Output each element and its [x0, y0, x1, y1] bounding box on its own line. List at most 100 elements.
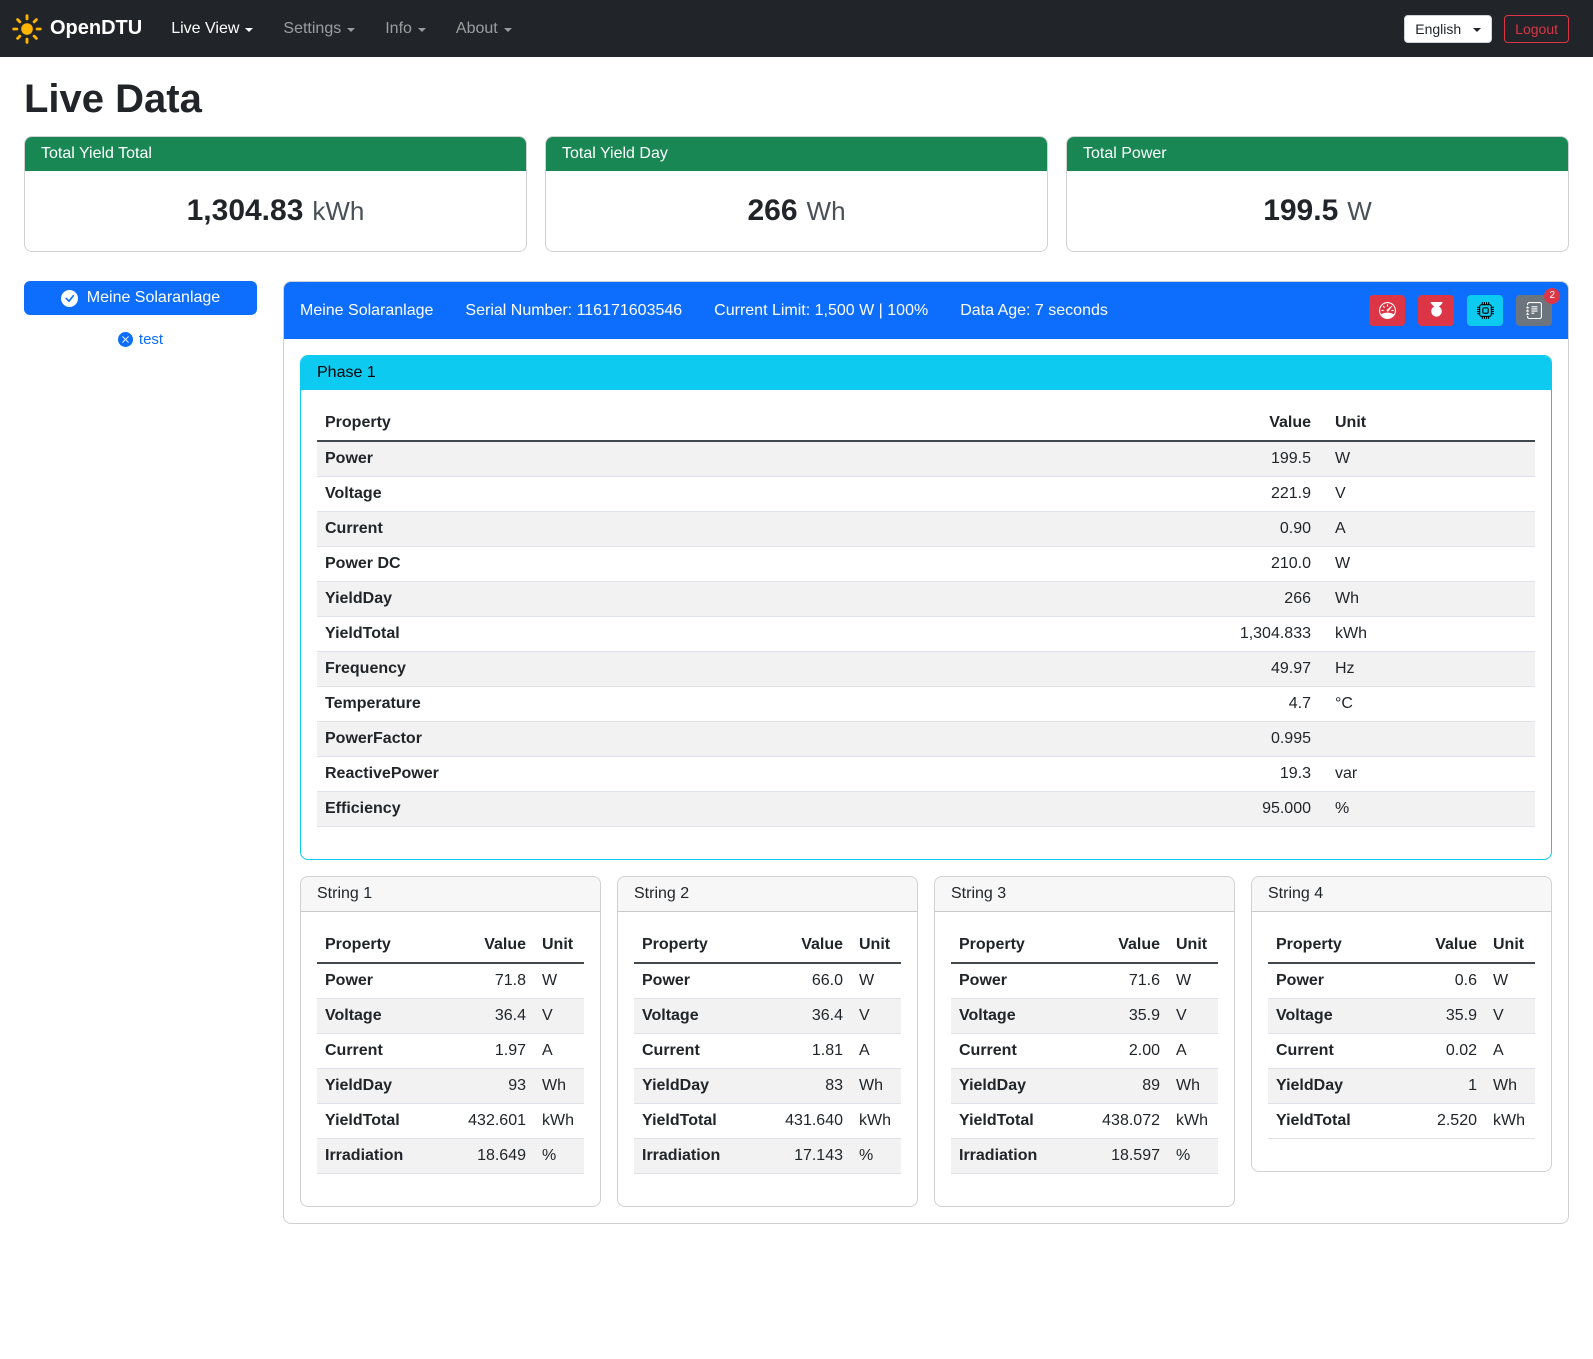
test-inverter-link[interactable]: test [24, 331, 257, 348]
value-cell: 35.9 [1094, 999, 1168, 1034]
string-table-body: Power 66.0 W Voltage 36.4 V Current 1.81… [634, 963, 901, 1174]
event-count-badge: 2 [1544, 288, 1560, 304]
strings-row: String 1 Property Value Unit Power 71.8 … [300, 876, 1552, 1207]
value-cell: 19.3 [1199, 757, 1319, 792]
table-row: YieldTotal 2.520 kWh [1268, 1104, 1535, 1139]
unit-cell: Wh [1485, 1069, 1535, 1104]
unit-cell: W [1168, 963, 1218, 999]
inverter-select-button[interactable]: Meine Solaranlage [24, 281, 257, 315]
nav-item-label: Live View [171, 20, 239, 38]
property-cell: Irradiation [951, 1139, 1094, 1174]
power-control-button[interactable] [1418, 295, 1454, 326]
property-cell: YieldTotal [951, 1104, 1094, 1139]
value-cell: 438.072 [1094, 1104, 1168, 1139]
table-row: Irradiation 18.597 % [951, 1139, 1218, 1174]
inverter-actions: 2 [1369, 295, 1552, 326]
string-card-string-1: String 1 Property Value Unit Power 71.8 … [300, 876, 601, 1207]
unit-cell: W [1319, 547, 1535, 582]
string-card-title: String 2 [618, 877, 917, 912]
value-cell: 89 [1094, 1069, 1168, 1104]
property-cell: Power [317, 441, 1199, 477]
unit-cell: % [534, 1139, 584, 1174]
nav-item-about[interactable]: About [441, 12, 527, 46]
property-cell: Current [634, 1034, 777, 1069]
unit-cell: A [1485, 1034, 1535, 1069]
phase-card-header: Phase 1 [301, 356, 1551, 390]
table-row: Power 66.0 W [634, 963, 901, 999]
nav-item-info[interactable]: Info [370, 12, 441, 46]
value-cell: 1.81 [777, 1034, 851, 1069]
column-header-value: Value [1413, 928, 1485, 963]
table-row: YieldDay 1 Wh [1268, 1069, 1535, 1104]
column-header-property: Property [317, 928, 460, 963]
string-table: Property Value Unit Power 71.8 W Voltage… [317, 928, 584, 1174]
unit-cell: W [1485, 963, 1535, 999]
phase-card-body: Property Value Unit Power 199.5 W Voltag… [301, 390, 1551, 859]
value-cell: 0.6 [1413, 963, 1485, 999]
unit-cell: Wh [1319, 582, 1535, 617]
value-cell: 17.143 [777, 1139, 851, 1174]
speedometer-icon [1379, 302, 1396, 319]
limit-settings-button[interactable] [1369, 295, 1405, 326]
table-row: Power DC 210.0 W [317, 547, 1535, 582]
string-card-title: String 3 [935, 877, 1234, 912]
table-row: Voltage 35.9 V [1268, 999, 1535, 1034]
table-row: YieldDay 266 Wh [317, 582, 1535, 617]
table-row: Voltage 35.9 V [951, 999, 1218, 1034]
table-header-row: Property Value Unit [634, 928, 901, 963]
unit-cell: kWh [1168, 1104, 1218, 1139]
unit-cell: kWh [534, 1104, 584, 1139]
value-cell: 1.97 [460, 1034, 534, 1069]
summary-unit: W [1347, 196, 1372, 227]
unit-cell: var [1319, 757, 1535, 792]
table-row: Current 1.97 A [317, 1034, 584, 1069]
column-header-property: Property [634, 928, 777, 963]
string-table: Property Value Unit Power 66.0 W Voltage… [634, 928, 901, 1174]
inverter-data-age: Data Age: 7 seconds [960, 302, 1108, 320]
table-row: Temperature 4.7 °C [317, 687, 1535, 722]
value-cell: 18.649 [460, 1139, 534, 1174]
unit-cell: Hz [1319, 652, 1535, 687]
unit-cell: % [1319, 792, 1535, 827]
logout-button[interactable]: Logout [1504, 15, 1569, 43]
table-row: Voltage 36.4 V [634, 999, 901, 1034]
unit-cell: A [1319, 512, 1535, 547]
table-row: Irradiation 18.649 % [317, 1139, 584, 1174]
property-cell: YieldDay [951, 1069, 1094, 1104]
table-row: YieldTotal 438.072 kWh [951, 1104, 1218, 1139]
inverter-sidebar: Meine Solaranlage test [24, 281, 257, 348]
brand[interactable]: OpenDTU [12, 14, 142, 44]
table-row: YieldDay 83 Wh [634, 1069, 901, 1104]
property-cell: PowerFactor [317, 722, 1199, 757]
summary-card-title: Total Power [1067, 137, 1568, 171]
property-cell: Voltage [317, 477, 1199, 512]
property-cell: YieldTotal [1268, 1104, 1413, 1139]
unit-cell: W [851, 963, 901, 999]
table-header-row: Property Value Unit [1268, 928, 1535, 963]
nav-item-live-view[interactable]: Live View [156, 12, 268, 46]
table-row: YieldDay 89 Wh [951, 1069, 1218, 1104]
inverter-panel: Meine Solaranlage Serial Number: 1161716… [283, 281, 1569, 1224]
journal-icon [1526, 302, 1543, 319]
value-cell: 83 [777, 1069, 851, 1104]
unit-cell: V [1485, 999, 1535, 1034]
string-card-body: Property Value Unit Power 0.6 W Voltage … [1252, 912, 1551, 1171]
language-select[interactable]: English [1404, 15, 1492, 43]
value-cell: 221.9 [1199, 477, 1319, 512]
property-cell: YieldDay [317, 582, 1199, 617]
nav-item-label: Info [385, 20, 412, 38]
property-cell: YieldDay [1268, 1069, 1413, 1104]
unit-cell: kWh [1319, 617, 1535, 652]
device-info-button[interactable] [1467, 295, 1503, 326]
nav-item-settings[interactable]: Settings [268, 12, 370, 46]
event-log-button[interactable]: 2 [1516, 295, 1552, 326]
unit-cell: A [851, 1034, 901, 1069]
test-inverter-label: test [139, 331, 163, 348]
unit-cell: V [1168, 999, 1218, 1034]
column-header-unit: Unit [1168, 928, 1218, 963]
string-card-body: Property Value Unit Power 66.0 W Voltage… [618, 912, 917, 1206]
property-cell: YieldTotal [317, 617, 1199, 652]
value-cell: 2.520 [1413, 1104, 1485, 1139]
unit-cell: °C [1319, 687, 1535, 722]
inverter-name: Meine Solaranlage [300, 302, 433, 320]
